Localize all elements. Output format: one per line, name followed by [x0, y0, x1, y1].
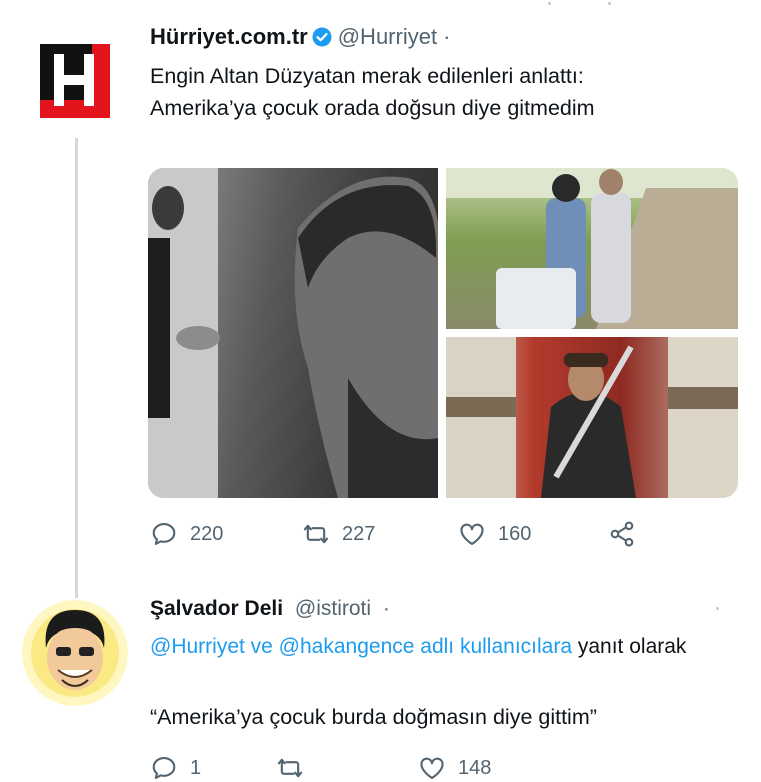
- share-button[interactable]: [608, 520, 636, 548]
- like-button[interactable]: 148: [418, 754, 491, 782]
- speck: [608, 2, 611, 5]
- reply-icon: [152, 757, 176, 779]
- reply-context: @Hurriyet ve @hakangence adlı kullanıcıl…: [150, 631, 730, 663]
- retweet-button[interactable]: 227: [302, 520, 458, 548]
- speck: [548, 2, 551, 5]
- tweet1-header: Hürriyet.com.tr @Hurriyet ·: [150, 24, 450, 50]
- reply-to-suffix: yanıt olarak: [577, 635, 687, 658]
- verified-badge-icon: [312, 27, 332, 47]
- reply-to-link[interactable]: @Hurriyet ve @hakangence adlı kullanıcıl…: [150, 635, 572, 658]
- reply-count: 220: [190, 522, 224, 545]
- tweet1-actions: 220 227 160: [150, 520, 636, 548]
- thread-line: [75, 138, 78, 598]
- author-name[interactable]: Şalvador Deli: [150, 597, 283, 620]
- hurriyet-logo-avatar[interactable]: [40, 44, 110, 118]
- media-photo-park[interactable]: [446, 168, 738, 329]
- share-icon: [610, 521, 634, 547]
- tweet-text-line: Engin Altan Düzyatan merak edilenleri an…: [150, 64, 584, 88]
- author-name[interactable]: Hürriyet.com.tr: [150, 24, 308, 50]
- retweet-button[interactable]: [276, 754, 418, 782]
- author-handle[interactable]: @istiroti: [295, 597, 371, 620]
- retweet-icon: [277, 758, 303, 778]
- author-handle[interactable]: @Hurriyet: [338, 24, 437, 50]
- reply-button[interactable]: 220: [150, 520, 302, 548]
- speck: [716, 607, 719, 610]
- like-button[interactable]: 160: [458, 520, 608, 548]
- tweet2-actions: 1 148: [150, 754, 491, 782]
- separator-dot: ·: [443, 24, 451, 49]
- separator-dot: ·: [382, 597, 390, 620]
- heart-icon: [460, 523, 484, 545]
- tweet2-text: “Amerika’ya çocuk burda doğmasın diye gi…: [150, 705, 597, 729]
- like-count: 148: [458, 756, 492, 779]
- media-photo-portrait[interactable]: [148, 168, 438, 498]
- salvador-avatar[interactable]: [22, 600, 128, 706]
- media-grid: [148, 168, 738, 498]
- media-photo-costume[interactable]: [446, 337, 738, 498]
- tweet2-header: Şalvador Deli @istiroti ·: [150, 597, 390, 621]
- like-count: 160: [498, 522, 532, 545]
- reply-icon: [152, 523, 176, 545]
- tweet1-text: Engin Altan Düzyatan merak edilenleri an…: [150, 60, 740, 124]
- retweet-icon: [303, 524, 329, 544]
- heart-icon: [420, 757, 444, 779]
- retweet-count: 227: [342, 522, 376, 545]
- reply-button[interactable]: 1: [150, 754, 276, 782]
- reply-count: 1: [190, 756, 202, 779]
- tweet-text-line: Amerika’ya çocuk orada doğsun diye gitme…: [150, 96, 595, 120]
